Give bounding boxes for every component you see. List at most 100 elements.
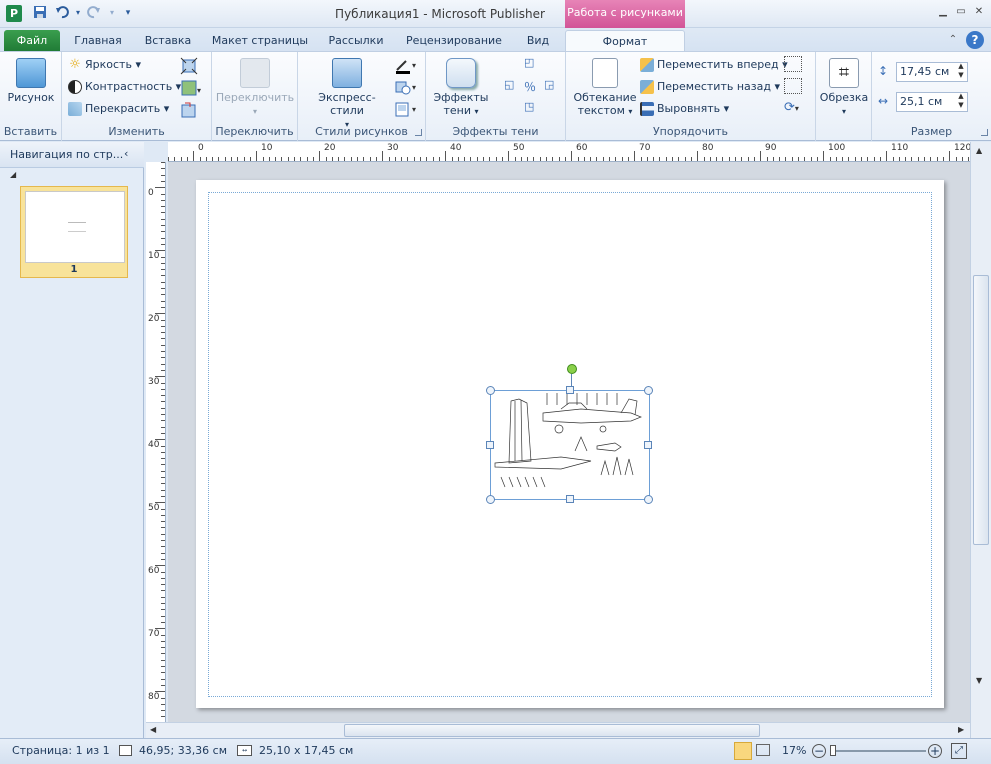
nudge-shadow-up-icon[interactable]: ◰ xyxy=(524,56,538,70)
vruler-tick xyxy=(161,243,165,245)
expand-section-icon[interactable]: ◢ xyxy=(10,170,20,180)
help-icon[interactable]: ? xyxy=(966,31,984,49)
hruler-tick xyxy=(218,157,220,161)
vertical-scrollbar[interactable]: ▲ ▼ xyxy=(970,142,991,738)
vruler-tick xyxy=(161,388,165,390)
scroll-left-icon[interactable]: ◀ xyxy=(150,725,156,734)
hruler-tick xyxy=(602,157,604,161)
height-spinner[interactable]: ▲ ▼ xyxy=(954,62,968,82)
resize-handle-bottom-left[interactable] xyxy=(486,495,495,504)
vruler-tick xyxy=(155,691,165,693)
resize-handle-top-left[interactable] xyxy=(486,386,495,395)
ribbon-tabs: Файл Главная Вставка Макет страницы Расс… xyxy=(0,28,991,54)
rotation-handle[interactable] xyxy=(567,364,577,374)
object-position-icon xyxy=(119,745,132,756)
vruler-tick xyxy=(161,470,165,472)
tab-review[interactable]: Рецензирование xyxy=(400,30,508,52)
zoom-slider-thumb[interactable] xyxy=(830,745,836,756)
horizontal-ruler[interactable]: 0 10 20 30 40 50 60 70 80 90 100 110 120 xyxy=(168,142,971,162)
picture-styles-dialog-launcher[interactable] xyxy=(415,129,422,136)
contrast-button[interactable]: Контрастность ▾ xyxy=(68,77,181,97)
zoom-out-icon[interactable]: − xyxy=(812,744,826,758)
hruler-tick xyxy=(854,157,856,161)
insert-picture-button[interactable]: Рисунок xyxy=(4,58,58,104)
zoom-level[interactable]: 17% xyxy=(782,744,806,757)
resize-handle-bottom-right[interactable] xyxy=(644,495,653,504)
vruler-tick xyxy=(161,703,165,705)
selected-picture[interactable] xyxy=(486,364,653,504)
close-icon[interactable]: ✕ xyxy=(971,5,987,19)
brightness-button[interactable]: ☼ Яркость ▾ xyxy=(68,55,141,75)
hruler-tick xyxy=(678,157,680,161)
resize-handle-top-right[interactable] xyxy=(644,386,653,395)
maximize-icon[interactable]: ▭ xyxy=(953,5,969,19)
hruler-tick xyxy=(413,157,415,161)
picture-border-icon[interactable]: ▾ xyxy=(394,58,420,74)
publication-page[interactable] xyxy=(196,180,944,708)
nudge-shadow-down-icon[interactable]: ◳ xyxy=(524,100,538,114)
tab-file[interactable]: Файл xyxy=(4,30,60,52)
resize-handle-right[interactable] xyxy=(644,441,652,449)
hruler-tick xyxy=(237,157,239,161)
resize-handle-bottom[interactable] xyxy=(566,495,574,503)
tab-insert[interactable]: Вставка xyxy=(138,30,198,52)
vruler-tick xyxy=(155,502,165,504)
minimize-icon[interactable]: ▁ xyxy=(935,5,951,19)
hruler-tick xyxy=(432,157,434,161)
single-page-view-icon[interactable] xyxy=(734,742,752,760)
page-thumbnail[interactable]: 1 xyxy=(20,186,128,278)
compress-pictures-icon[interactable] xyxy=(180,57,198,75)
horizontal-scrollbar[interactable]: ◀ ▶ xyxy=(146,722,970,738)
quick-styles-button[interactable]: Экспресс-стили ▾ xyxy=(302,58,392,130)
nudge-shadow-left-icon[interactable]: ◱ xyxy=(504,78,518,92)
hruler-tick xyxy=(552,157,554,161)
collapse-ribbon-icon[interactable]: ⌃ xyxy=(945,32,961,48)
vruler-tick xyxy=(155,187,165,189)
picture-shape-icon[interactable]: ▾ xyxy=(394,80,420,96)
horizontal-scroll-thumb[interactable] xyxy=(344,724,760,737)
nudge-shadow-right-icon[interactable]: ◲ xyxy=(544,78,558,92)
hruler-label: 20 xyxy=(324,143,336,153)
tab-mailings[interactable]: Рассылки xyxy=(322,30,390,52)
collapse-nav-icon[interactable]: ‹ xyxy=(124,147,136,161)
two-page-view-icon[interactable] xyxy=(756,744,770,756)
size-dialog-launcher[interactable] xyxy=(981,129,988,136)
send-backward-button[interactable]: Переместить назад ▾ xyxy=(640,77,780,97)
vertical-ruler[interactable]: 0 10 20 30 40 50 60 70 80 xyxy=(146,162,166,722)
align-button[interactable]: Выровнять ▾ xyxy=(640,99,729,119)
scroll-right-icon[interactable]: ▶ xyxy=(958,725,964,734)
group-objects-icon[interactable] xyxy=(784,56,802,72)
reset-picture-icon[interactable] xyxy=(180,101,198,119)
page-status[interactable]: Страница: 1 из 1 xyxy=(12,744,110,757)
title-bar: P ▾ ▾ ▾ Публикация1 - Microsoft Publishe… xyxy=(0,0,991,28)
fit-page-icon[interactable]: ⤢ xyxy=(951,743,967,759)
change-picture-icon[interactable]: ▾ xyxy=(180,79,204,97)
rotate-objects-icon[interactable]: ⟳▾ xyxy=(784,100,808,116)
hruler-tick xyxy=(407,157,409,161)
ungroup-objects-icon[interactable] xyxy=(784,78,802,94)
resize-handle-top[interactable] xyxy=(566,386,574,394)
tab-home[interactable]: Главная xyxy=(68,30,128,52)
caption-icon[interactable]: ▾ xyxy=(394,102,420,118)
vruler-tick xyxy=(161,332,165,334)
vertical-scroll-thumb[interactable] xyxy=(973,275,989,545)
scroll-up-icon[interactable]: ▲ xyxy=(976,146,982,155)
recolor-button[interactable]: Перекрасить ▾ xyxy=(68,99,169,119)
hruler-label: 10 xyxy=(261,143,273,153)
wrap-text-button[interactable]: Обтекание текстом ▾ xyxy=(570,58,640,117)
shadow-effects-button[interactable]: Эффекты тени ▾ xyxy=(430,58,492,117)
hruler-tick xyxy=(249,157,251,161)
bring-forward-button[interactable]: Переместить вперед ▾ xyxy=(640,55,788,75)
hruler-tick xyxy=(331,157,333,161)
tab-page-design[interactable]: Макет страницы xyxy=(208,30,312,52)
vruler-tick xyxy=(161,225,165,226)
width-spinner[interactable]: ▲ ▼ xyxy=(954,92,968,112)
zoom-slider[interactable] xyxy=(830,745,926,756)
resize-handle-left[interactable] xyxy=(486,441,494,449)
scroll-down-icon[interactable]: ▼ xyxy=(976,676,982,685)
tab-view[interactable]: Вид xyxy=(518,30,558,52)
shadow-toggle-icon[interactable]: ％ xyxy=(524,78,538,94)
zoom-in-icon[interactable]: + xyxy=(928,744,942,758)
vruler-tick xyxy=(161,540,165,541)
crop-button[interactable]: ⌗ Обрезка ▾ xyxy=(818,58,870,117)
